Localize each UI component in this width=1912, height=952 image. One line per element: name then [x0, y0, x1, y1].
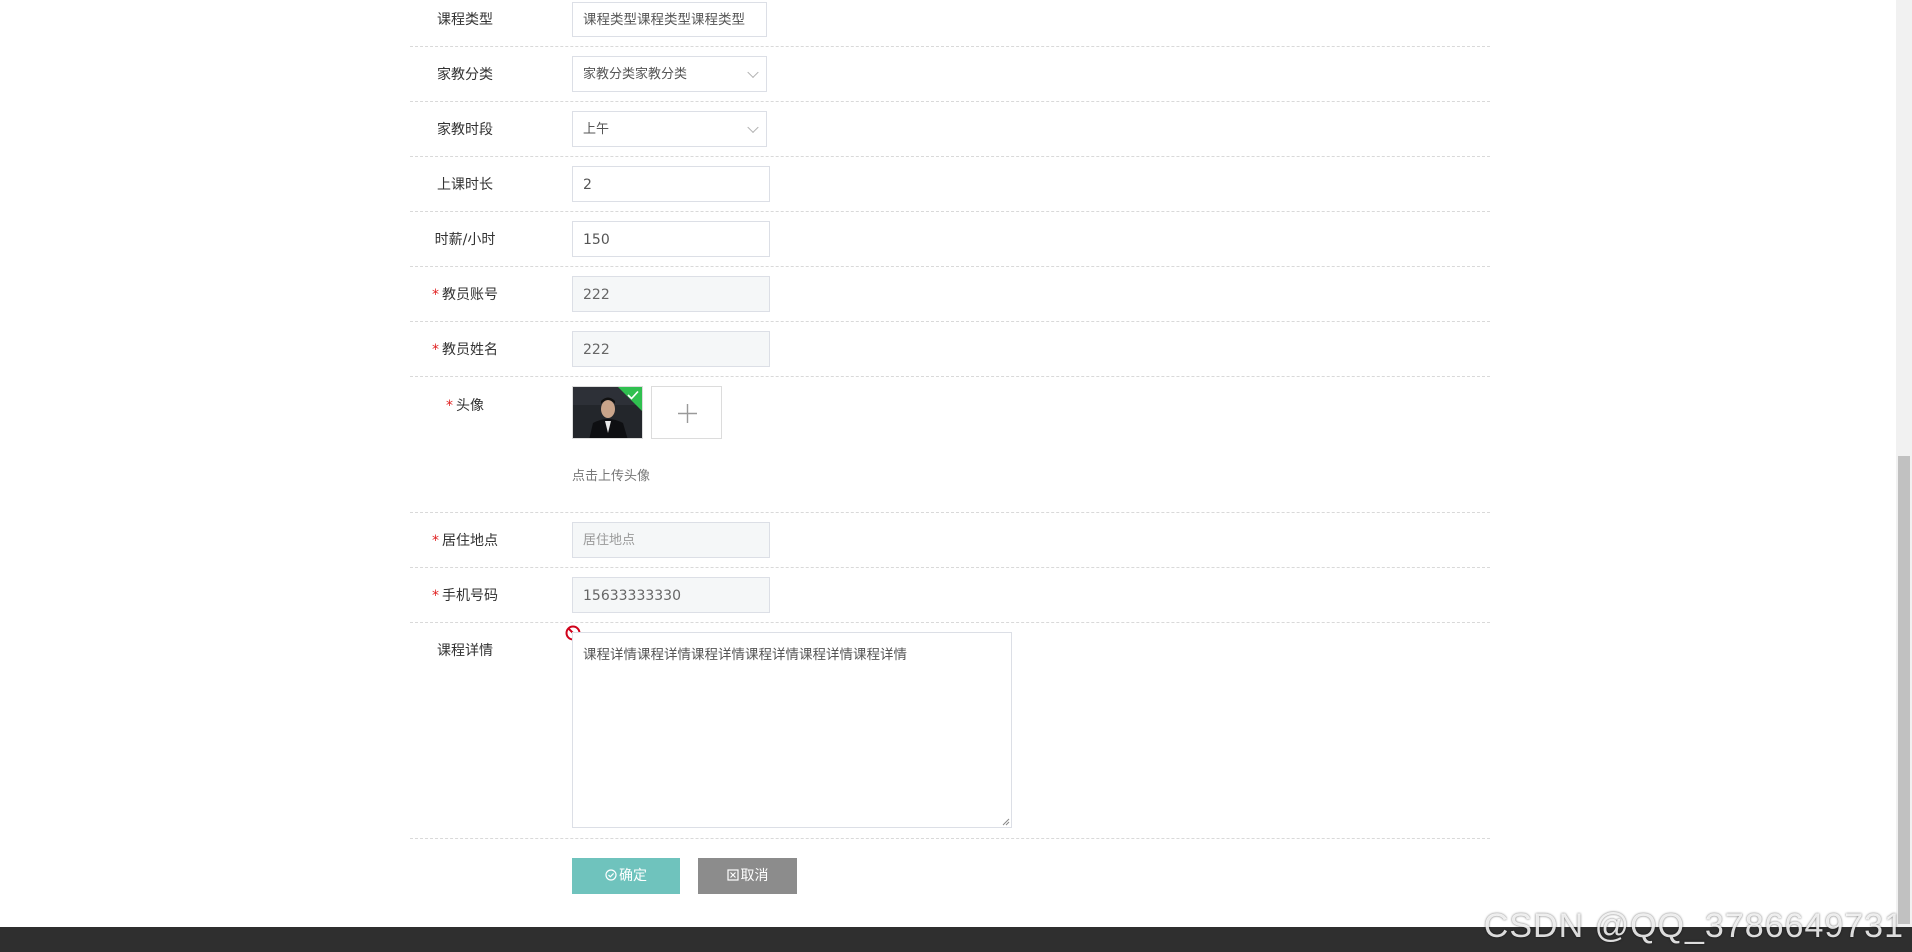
residence-label: 居住地点 — [442, 533, 498, 549]
required-mark: * — [432, 588, 439, 604]
residence-label-wrap: * 居住地点 — [410, 530, 520, 550]
avatar-label-wrap: * 头像 — [410, 395, 520, 415]
course-edit-form: 课程类型 课程类型课程类型课程类型 家教分类 家教分类家教分类 家教时段 上午 … — [410, 0, 1490, 839]
tutor-period-select[interactable]: 上午 — [572, 111, 767, 147]
row-class-duration: 上课时长 2 — [410, 157, 1490, 212]
tutor-category-label: 家教分类 — [437, 67, 493, 83]
teacher-name-label: 教员姓名 — [442, 342, 498, 358]
box-x-icon — [726, 869, 739, 881]
course-type-input[interactable]: 课程类型课程类型课程类型 — [572, 2, 767, 37]
tutor-period-value: 上午 — [583, 122, 610, 137]
upload-add-button[interactable] — [651, 386, 722, 439]
row-tutor-category: 家教分类 家教分类家教分类 — [410, 47, 1490, 102]
course-detail-textarea[interactable]: 课程详情课程详情课程详情课程详情课程详情课程详情 — [572, 632, 1012, 828]
teacher-name-label-wrap: * 教员姓名 — [410, 339, 520, 359]
class-duration-label: 上课时长 — [437, 177, 493, 193]
scrollbar-thumb[interactable] — [1898, 456, 1910, 924]
confirm-label: 确定 — [619, 868, 647, 884]
teacher-name-input[interactable]: 222 — [572, 331, 770, 367]
avatar-label: 头像 — [456, 398, 484, 414]
row-residence: * 居住地点 居住地点 — [410, 513, 1490, 568]
csdn-watermark: CSDN @QQ_3786649731 — [1483, 907, 1904, 945]
check-icon — [627, 390, 639, 400]
tutor-period-label: 家教时段 — [437, 122, 493, 138]
chevron-down-icon — [747, 66, 759, 79]
row-teacher-name: * 教员姓名 222 — [410, 322, 1490, 377]
avatar-upload-hint: 点击上传头像 — [572, 469, 651, 484]
phone-input[interactable]: 15633333330 — [572, 577, 770, 613]
row-phone: * 手机号码 15633333330 — [410, 568, 1490, 623]
resize-handle-icon[interactable] — [1002, 818, 1010, 826]
cancel-button[interactable]: 取消 — [698, 858, 797, 894]
class-duration-input[interactable]: 2 — [572, 166, 770, 202]
row-course-detail: 课程详情 课程详情课程详情课程详情课程详情课程详情课程详情 — [410, 623, 1490, 839]
required-mark: * — [432, 533, 439, 549]
cancel-label: 取消 — [740, 868, 769, 884]
teacher-account-label-wrap: * 教员账号 — [410, 284, 520, 304]
teacher-account-label: 教员账号 — [442, 287, 498, 303]
hourly-pay-input[interactable]: 150 — [572, 221, 770, 257]
course-detail-label: 课程详情 — [437, 643, 493, 659]
required-mark: * — [432, 287, 439, 303]
tutor-category-select[interactable]: 家教分类家教分类 — [572, 56, 767, 92]
required-mark: * — [432, 342, 439, 358]
phone-label-wrap: * 手机号码 — [410, 585, 520, 605]
confirm-button[interactable]: 确定 — [572, 858, 680, 894]
row-tutor-period: 家教时段 上午 — [410, 102, 1490, 157]
row-hourly-pay: 时薪/小时 150 — [410, 212, 1490, 267]
course-detail-value: 课程详情课程详情课程详情课程详情课程详情课程详情 — [583, 647, 907, 663]
row-course-type: 课程类型 课程类型课程类型课程类型 — [410, 0, 1490, 47]
plus-icon — [678, 404, 697, 423]
required-mark: * — [446, 398, 453, 414]
row-teacher-account: * 教员账号 222 — [410, 267, 1490, 322]
residence-input[interactable]: 居住地点 — [572, 522, 770, 558]
row-avatar: * 头像 点击上传头像 — [410, 377, 1490, 513]
chevron-down-icon — [747, 121, 759, 134]
phone-label: 手机号码 — [442, 588, 498, 604]
course-type-label: 课程类型 — [437, 12, 493, 28]
circle-check-icon — [605, 869, 617, 881]
vertical-scrollbar[interactable] — [1896, 0, 1912, 927]
hourly-pay-label: 时薪/小时 — [434, 232, 496, 248]
avatar-thumbnail[interactable] — [572, 386, 643, 439]
teacher-account-input[interactable]: 222 — [572, 276, 770, 312]
tutor-category-value: 家教分类家教分类 — [583, 67, 688, 82]
